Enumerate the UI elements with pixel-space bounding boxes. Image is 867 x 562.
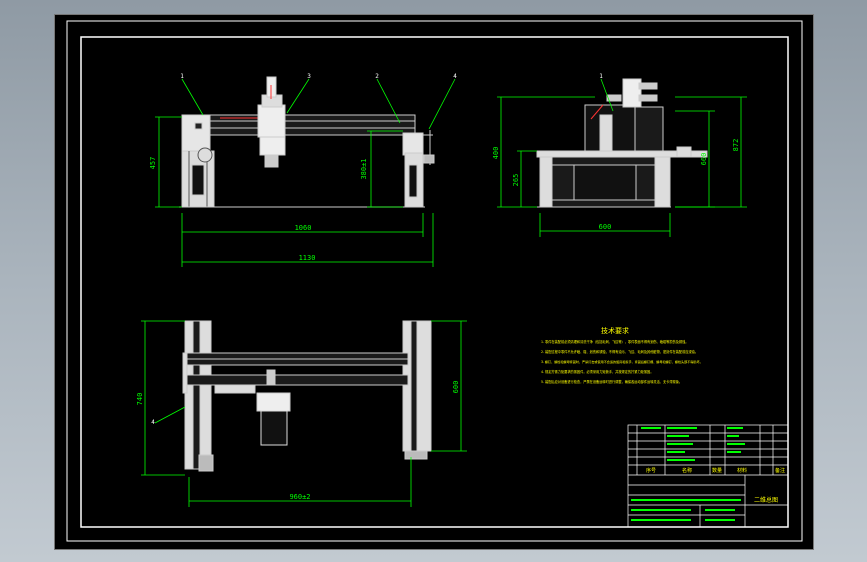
tech-req-item-4: 4. 规定拧紧力矩要求的紧固件，必须采用力矩扳手，并按规定的拧紧力矩紧固。	[541, 369, 653, 374]
dim-top-depth-right: 600	[452, 381, 460, 394]
tech-req-heading: 技术要求	[601, 326, 629, 335]
tech-req-item-2: 2. 装配过程中零件不允许磕、碰、划伤和锈蚀，不得有油污、飞边、毛刺及其他脏物，…	[541, 349, 698, 354]
dim-side-height-2: 265	[512, 174, 520, 187]
top-view	[182, 320, 432, 472]
tech-req-item-5: 5. 装配后应对设备进行检查，严禁在设备运转时进行调整，确保各运动部件运转灵活、…	[541, 379, 682, 384]
title-block	[627, 424, 789, 528]
drawing-sheet: 457 380±1 1060 1130 1 3 2 4 400 265 660 …	[54, 14, 814, 550]
outer-frame	[66, 20, 803, 542]
dim-front-height-left: 457	[149, 157, 157, 170]
dim-front-width-inner: 1060	[295, 224, 312, 232]
bom-col-name: 名称	[682, 467, 692, 474]
dim-side-width: 600	[599, 223, 612, 231]
cad-drawing: 457 380±1 1060 1130 1 3 2 4 400 265 660 …	[66, 20, 803, 542]
dim-side-height-1: 400	[492, 147, 500, 160]
balloon-front-2: 2	[375, 73, 379, 80]
dim-side-height-4: 872	[732, 139, 740, 152]
balloon-side-1: 1	[599, 73, 603, 80]
balloon-front-1: 1	[180, 73, 184, 80]
dim-front-width-overall: 1130	[299, 254, 316, 262]
tech-req-item-1: 1. 零件在装配前必须清理和清洗干净（包括毛刺、飞边等），零件表面不得有划伤、磕…	[541, 339, 689, 344]
dim-top-depth-left: 740	[136, 393, 144, 406]
bom-col-note: 备注	[775, 467, 785, 474]
drawing-name: 二维总图	[754, 496, 778, 504]
tech-req-item-3: 3. 螺钉、螺栓和螺母紧固时，严禁打击或使用不合适的旋具和扳手，紧固后螺钉槽、螺…	[541, 359, 703, 364]
balloon-top-4: 4	[151, 419, 155, 426]
dim-side-height-3: 660	[700, 153, 708, 166]
dim-top-width: 960±2	[289, 493, 310, 501]
bom-col-material: 材料	[737, 467, 747, 474]
front-view	[179, 76, 435, 208]
side-view	[536, 78, 708, 208]
bom-col-qty: 数量	[712, 467, 722, 474]
balloon-front-3: 3	[307, 73, 311, 80]
balloon-front-4: 4	[453, 73, 457, 80]
dim-front-height-right: 380±1	[360, 158, 368, 179]
bom-col-index: 序号	[646, 467, 656, 474]
